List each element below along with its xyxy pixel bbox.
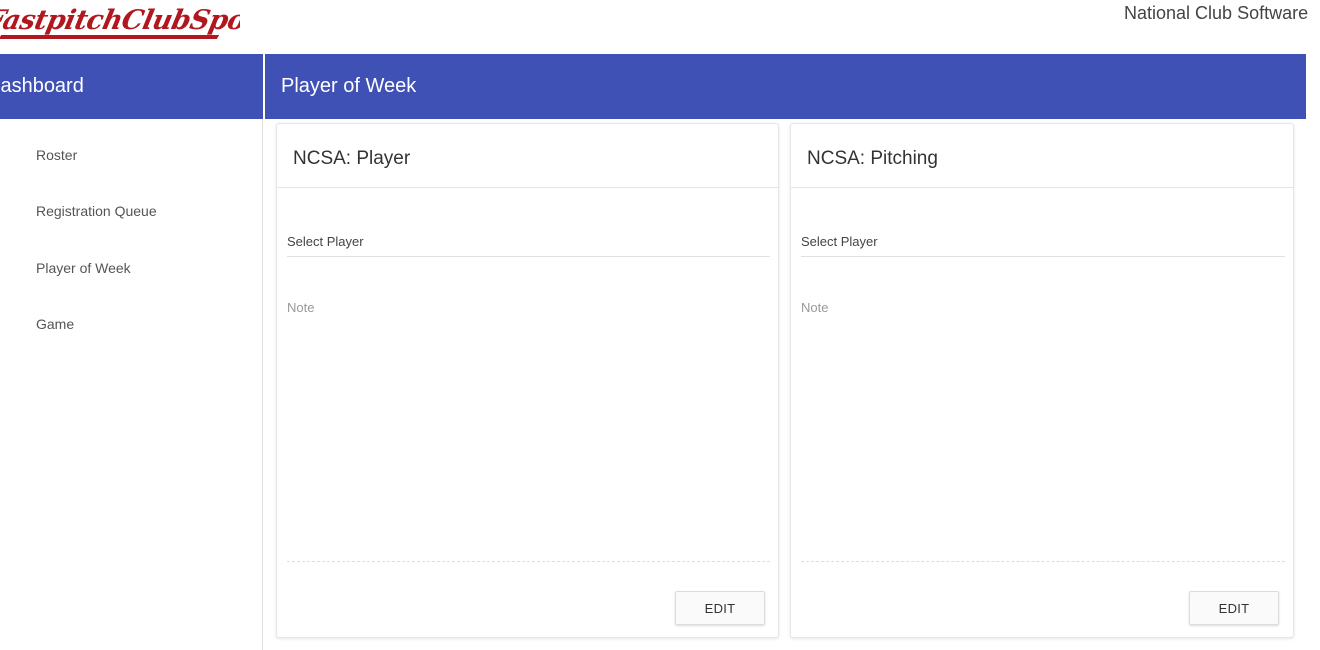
sidebar-title: Dashboard [0, 75, 84, 97]
select-player-dropdown[interactable]: Select Player [287, 233, 770, 257]
sidebar-item-roster[interactable]: Roster [36, 147, 77, 163]
right-edge [1306, 54, 1320, 650]
sidebar: Roster Registration Queue Player of Week… [0, 119, 263, 650]
card-player: NCSA: Player Select Player EDIT [276, 123, 779, 638]
card-title: NCSA: Player [277, 124, 778, 188]
page-title: Player of Week [265, 54, 1306, 119]
edit-button[interactable]: EDIT [1189, 591, 1279, 625]
sidebar-item-game[interactable]: Game [36, 316, 74, 332]
select-player-dropdown[interactable]: Select Player [801, 233, 1285, 257]
logo[interactable]: FastpitchClubSports [0, 3, 240, 43]
note-field[interactable] [287, 300, 770, 562]
edit-button[interactable]: EDIT [675, 591, 765, 625]
top-bar: FastpitchClubSports National Club Softwa… [0, 0, 1320, 54]
card-pitching: NCSA: Pitching Select Player EDIT [790, 123, 1294, 638]
sidebar-item-player-of-week[interactable]: Player of Week [36, 260, 131, 276]
company-name: National Club Software [1124, 3, 1309, 23]
logo-text: FastpitchClubSports [0, 5, 240, 36]
card-title: NCSA: Pitching [791, 124, 1293, 188]
sidebar-item-registration-queue[interactable]: Registration Queue [36, 203, 157, 219]
note-field[interactable] [801, 300, 1285, 562]
logo-underline [0, 35, 220, 39]
sidebar-header: Dashboard [0, 54, 263, 119]
